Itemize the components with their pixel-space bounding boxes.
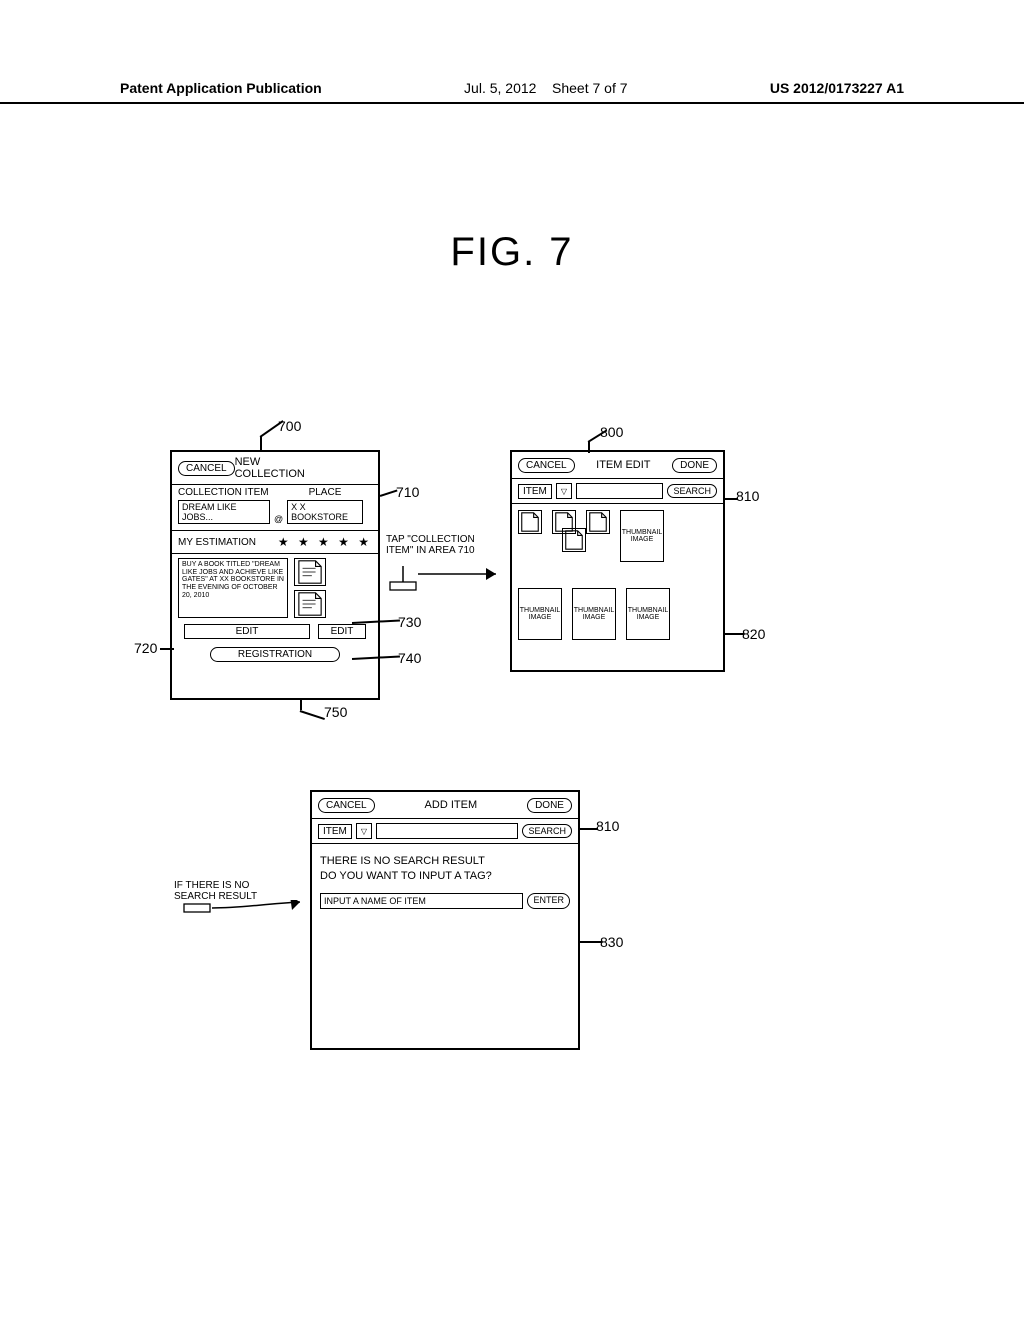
thumbnail-2[interactable] (294, 590, 326, 618)
thumbnail-grid: THUMBNAIL IMAGE THUMBNAIL IMAGE THUMBNAI… (512, 504, 723, 646)
registration-button[interactable]: REGISTRATION (210, 647, 340, 662)
arrow-right-icon (388, 560, 508, 594)
cancel-button[interactable]: CANCEL (518, 458, 575, 473)
my-estimation-label: MY ESTIMATION (178, 537, 256, 548)
done-button[interactable]: DONE (672, 458, 717, 473)
page-header: Patent Application Publication Jul. 5, 2… (0, 80, 1024, 104)
callout-810-b: 810 (596, 818, 619, 834)
search-input[interactable] (576, 483, 663, 499)
collection-item-input[interactable]: DREAM LIKE JOBS... (178, 500, 270, 524)
search-button[interactable]: SEARCH (667, 484, 717, 498)
description-text: BUY A BOOK TITLED "DREAM LIKE JOBS AND A… (178, 558, 288, 618)
callout-820: 820 (742, 626, 765, 642)
publication-label: Patent Application Publication (120, 80, 322, 96)
callout-830: 830 (600, 934, 623, 950)
place-input[interactable]: X X BOOKSTORE (287, 500, 363, 524)
search-input[interactable] (376, 823, 518, 839)
thumbnail-image-slot[interactable]: THUMBNAIL IMAGE (626, 588, 670, 640)
edit-button-right[interactable]: EDIT (318, 624, 366, 639)
screen-title: ADD ITEM (425, 799, 478, 811)
callout-740: 740 (398, 650, 421, 666)
screen-title: ITEM EDIT (596, 459, 650, 471)
thumbnail-image-slot[interactable]: THUMBNAIL IMAGE (572, 588, 616, 640)
callout-750: 750 (324, 704, 347, 720)
figure-title: FIG. 7 (0, 230, 1024, 275)
callout-710: 710 (396, 484, 419, 500)
dropdown-icon[interactable]: ▽ (556, 483, 572, 499)
screen-new-collection: CANCEL NEW COLLECTION COLLECTION ITEM PL… (170, 450, 380, 700)
tap-collection-annotation: TAP "COLLECTION ITEM" IN AREA 710 (386, 534, 481, 556)
dropdown-icon[interactable]: ▽ (356, 823, 372, 839)
collection-item-label: COLLECTION ITEM (178, 487, 269, 498)
callout-720: 720 (134, 640, 157, 656)
no-result-message: THERE IS NO SEARCH RESULT DO YOU WANT TO… (312, 844, 578, 889)
item-type-label: ITEM (318, 824, 352, 839)
item-name-input[interactable]: INPUT A NAME OF ITEM (320, 893, 523, 909)
callout-730: 730 (398, 614, 421, 630)
screen-add-item: CANCEL ADD ITEM DONE ITEM ▽ SEARCH THERE… (310, 790, 580, 1050)
place-label: PLACE (309, 487, 342, 498)
done-button[interactable]: DONE (527, 798, 572, 813)
rating-stars[interactable]: ★ ★ ★ ★ ★ (278, 535, 372, 549)
cancel-button[interactable]: CANCEL (318, 798, 375, 813)
at-symbol: @ (272, 514, 285, 524)
publication-date-sheet: Jul. 5, 2012 Sheet 7 of 7 (464, 80, 627, 96)
thumbnail-item[interactable] (518, 510, 542, 534)
item-type-label: ITEM (518, 484, 552, 499)
screen-item-edit: CANCEL ITEM EDIT DONE ITEM ▽ SEARCH THUM… (510, 450, 725, 672)
thumbnail-item[interactable] (562, 528, 586, 552)
callout-810: 810 (736, 488, 759, 504)
publication-number: US 2012/0173227 A1 (770, 80, 904, 96)
arrow-right-icon (182, 900, 312, 940)
screen-title: NEW COLLECTION (235, 456, 333, 480)
search-button[interactable]: SEARCH (522, 824, 572, 838)
enter-button[interactable]: ENTER (527, 893, 570, 909)
thumbnail-1[interactable] (294, 558, 326, 586)
no-search-result-annotation: IF THERE IS NO SEARCH RESULT (174, 880, 274, 902)
cancel-button[interactable]: CANCEL (178, 461, 235, 476)
edit-button-left[interactable]: EDIT (184, 624, 310, 639)
thumbnail-image-slot[interactable]: THUMBNAIL IMAGE (518, 588, 562, 640)
